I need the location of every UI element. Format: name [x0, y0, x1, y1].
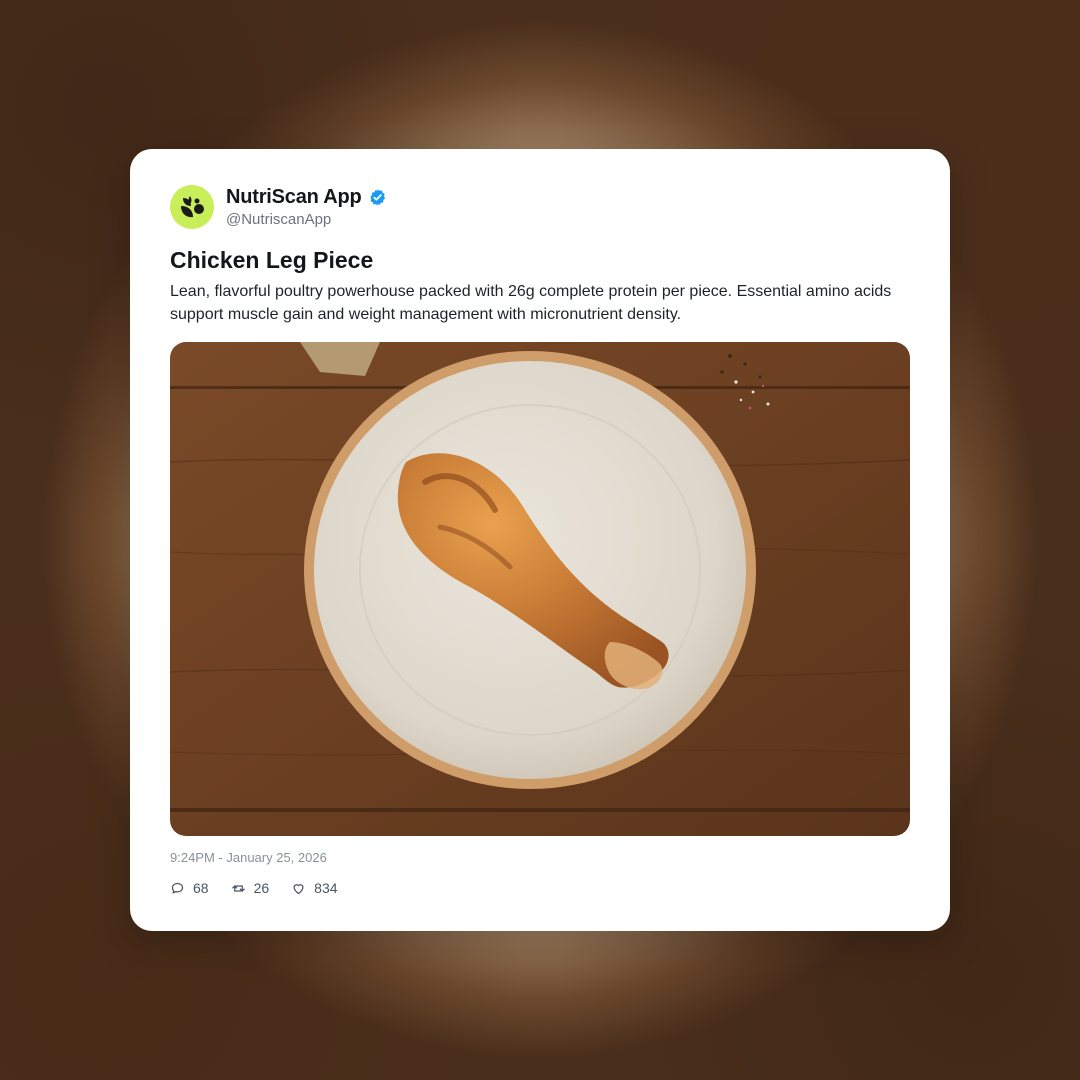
post-title: Chicken Leg Piece [170, 247, 374, 273]
chicken-photo-illustration [170, 342, 910, 836]
repost-icon [231, 884, 245, 892]
leaf-logo-icon [181, 196, 204, 218]
author-name[interactable]: NutriScan App [226, 186, 362, 209]
comment-icon [171, 882, 184, 893]
post-timestamp: 9:24PM - January 25, 2026 [170, 850, 327, 865]
author-handle[interactable]: @NutriscanApp [226, 211, 387, 228]
post-header: NutriScan App @NutriscanApp [170, 185, 387, 229]
post-card: NutriScan App @NutriscanApp Chicken Leg … [130, 149, 950, 931]
author-info: NutriScan App @NutriscanApp [226, 186, 387, 228]
avatar[interactable] [170, 185, 214, 229]
repost-count: 26 [253, 880, 270, 896]
like-button[interactable]: 834 [291, 880, 338, 896]
verified-badge-icon [369, 189, 385, 206]
reply-button[interactable]: 68 [170, 880, 209, 896]
repost-button[interactable]: 26 [231, 880, 270, 896]
like-count: 834 [314, 880, 338, 896]
post-image[interactable] [170, 342, 910, 836]
post-description: Lean, flavorful poultry powerhouse packe… [170, 283, 892, 323]
author-name-row: NutriScan App [226, 186, 387, 209]
heart-icon [293, 883, 304, 894]
engagement-bar: 68 26 834 [170, 880, 360, 896]
reply-count: 68 [193, 880, 209, 896]
